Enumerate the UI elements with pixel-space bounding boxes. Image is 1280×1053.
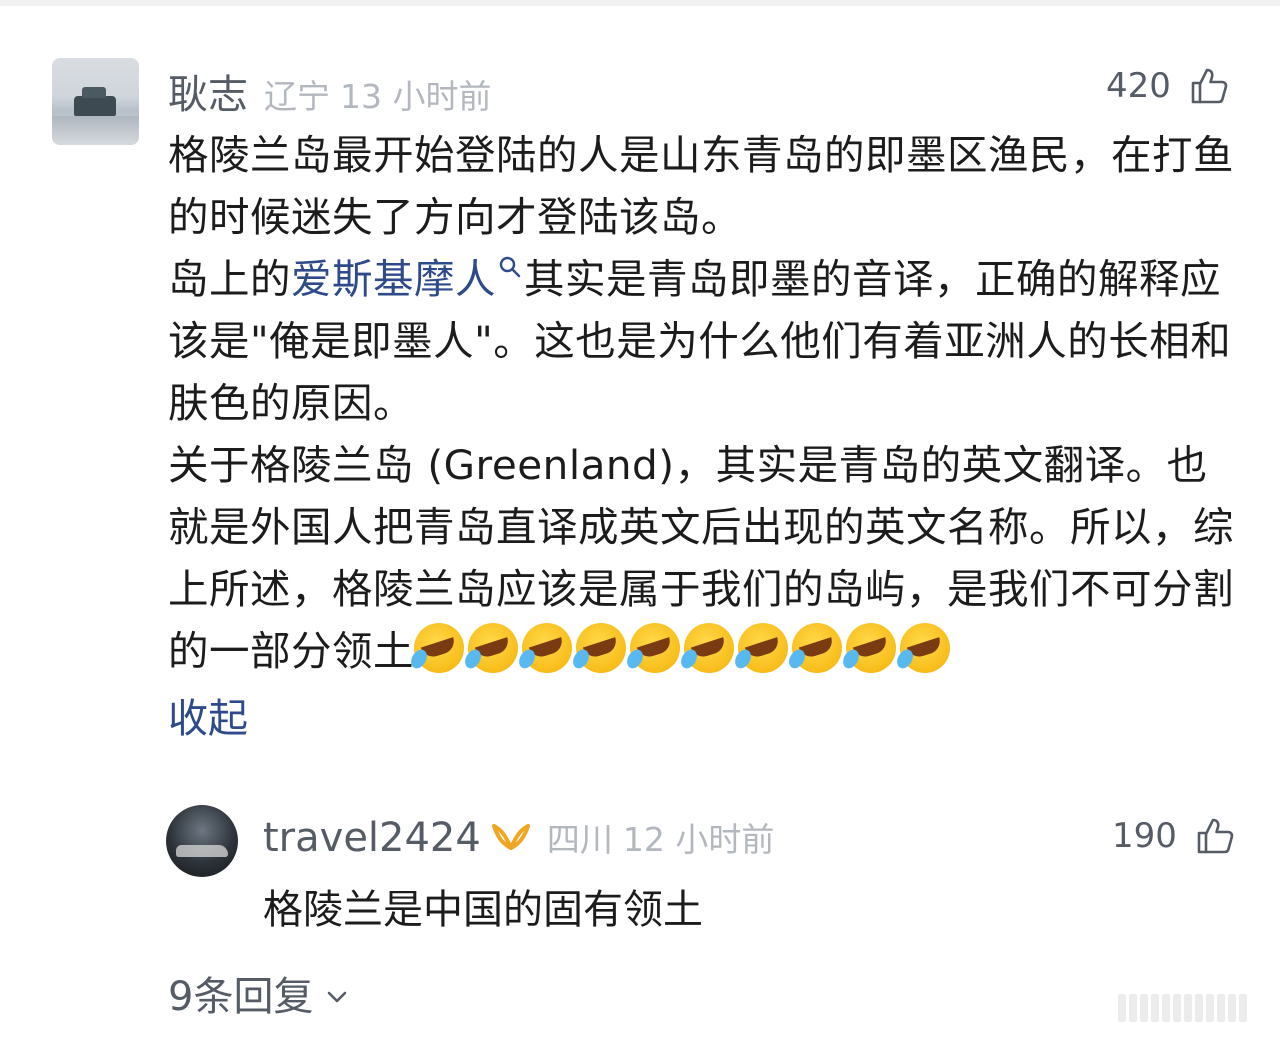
collapse-button[interactable]: 收起	[168, 688, 248, 750]
cry-laugh-emoji	[738, 623, 788, 673]
cry-laugh-emoji	[792, 623, 842, 673]
cry-laugh-emoji	[630, 623, 680, 673]
top-divider	[0, 0, 1280, 6]
reply-like-button[interactable]: 190	[1112, 816, 1235, 856]
reply-like-count: 190	[1112, 816, 1177, 856]
like-button[interactable]: 420	[1106, 66, 1229, 106]
comment-meta: 耿志 辽宁 13 小时前	[168, 62, 491, 120]
reply-meta: travel2424 四川 12 小时前	[263, 813, 774, 861]
cry-laugh-emoji	[900, 623, 950, 673]
username[interactable]: 耿志	[168, 62, 248, 120]
timestamp: 13 小时前	[340, 77, 492, 116]
more-replies-button[interactable]: 9条回复	[168, 966, 351, 1028]
thumbs-up-icon[interactable]	[1189, 66, 1229, 106]
reply-avatar[interactable]	[166, 805, 238, 877]
comment-text-part: 其实是青岛即墨的音译，正确的解释应该是"俺是即墨人"。这也是为什么他们有着亚洲人…	[168, 255, 1234, 675]
reply-username[interactable]: travel2424	[263, 815, 481, 861]
vip-badge-icon	[491, 824, 530, 850]
emoji-row	[414, 623, 954, 675]
reply-text: 格陵兰是中国的固有领土	[263, 887, 703, 933]
cry-laugh-emoji	[576, 623, 626, 673]
cry-laugh-emoji	[846, 623, 896, 673]
chevron-down-icon	[328, 991, 347, 1003]
like-count: 420	[1106, 66, 1171, 106]
location-label: 辽宁	[264, 77, 330, 116]
cry-laugh-emoji	[468, 623, 518, 673]
comment-text: 格陵兰岛最开始登陆的人是山东青岛的即墨区渔民，在打鱼的时候迷失了方向才登陆该岛。…	[168, 124, 1238, 682]
thumbs-up-icon[interactable]	[1195, 816, 1235, 856]
avatar[interactable]	[52, 58, 139, 145]
watermark-logo	[1118, 993, 1258, 1023]
cry-laugh-emoji	[684, 623, 734, 673]
reply-location-label: 四川	[546, 820, 613, 859]
reply-timestamp: 12 小时前	[622, 820, 775, 859]
more-replies-label: 9条回复	[168, 974, 314, 1020]
keyword-link[interactable]: 爱斯基摩人	[291, 255, 496, 303]
search-icon[interactable]	[498, 255, 522, 279]
cry-laugh-emoji	[414, 623, 464, 673]
cry-laugh-emoji	[522, 623, 572, 673]
